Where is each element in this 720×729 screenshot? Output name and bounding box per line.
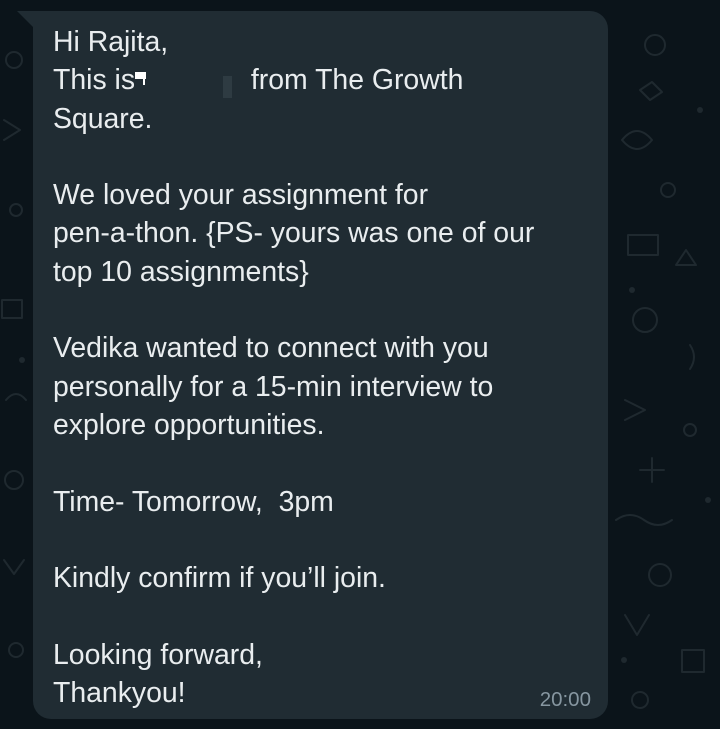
message-line: This is from The Growth xyxy=(53,61,598,99)
incoming-message-bubble[interactable]: Hi Rajita, This is from The Growth Squar… xyxy=(33,11,608,719)
message-line: explore opportunities. xyxy=(53,408,325,441)
message-line: Looking forward, xyxy=(53,638,263,671)
message-line: Thankyou! xyxy=(53,677,186,710)
intro-suffix: from The Growth xyxy=(243,64,464,97)
message-line: Time- Tomorrow, 3pm xyxy=(53,485,334,518)
message-timestamp: 20:00 xyxy=(539,688,591,711)
message-line: Vedika wanted to connect with you xyxy=(53,332,489,365)
message-line: Hi Rajita, xyxy=(53,26,169,58)
message-line: Kindly confirm if you’ll join. xyxy=(53,562,386,595)
message-line: top 10 assignments} xyxy=(53,255,309,288)
message-line: personally for a 15-min interview to xyxy=(53,370,494,403)
message-line: We loved your assignment for xyxy=(53,179,429,212)
message-line: pen-a-thon. {PS- yours was one of our xyxy=(53,217,535,250)
message-body: Hi Rajita, This is from The Growth Squar… xyxy=(53,23,598,712)
message-line: Square. xyxy=(53,102,153,135)
redacted-name xyxy=(135,61,243,99)
intro-prefix: This is xyxy=(53,64,136,97)
